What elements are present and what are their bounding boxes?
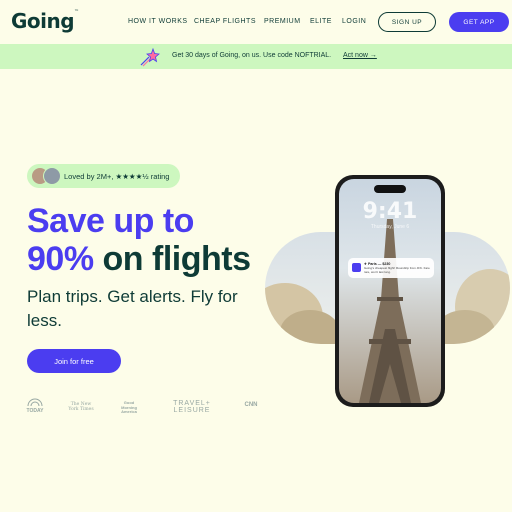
top-nav: Going™ HOW IT WORKS CHEAP FLIGHTS PREMIU… xyxy=(0,0,512,44)
nav-link-elite[interactable]: ELITE xyxy=(310,18,332,25)
press-logo-nyt: The New York Times xyxy=(68,402,94,412)
press-logo-cnn: CNN xyxy=(244,402,258,408)
lockscreen-time: 9:41 xyxy=(362,199,418,224)
notification-body: Going’s cheapest flight! Roundtrip from … xyxy=(364,266,430,274)
logo-trademark: ™ xyxy=(74,9,79,15)
lockscreen-date: Thursday, June 6 xyxy=(370,224,410,230)
phone-mockup: 9:41 Thursday, June 6 ✈ Paris — $230 Goi… xyxy=(335,175,445,407)
press-logo-gma: Good Morning America xyxy=(121,400,137,414)
act-now-link[interactable]: Act now → xyxy=(343,52,377,59)
subheadline-line-2: less. xyxy=(27,311,62,330)
social-proof-badge: Loved by 2M+, ★★★★½ rating xyxy=(27,164,180,188)
headline-accent: 90% xyxy=(27,240,94,278)
headline-line-2: 90% on flights xyxy=(27,240,251,279)
going-logo[interactable]: Going™ xyxy=(11,9,79,33)
nav-link-login[interactable]: LOGIN xyxy=(342,18,366,25)
headline-rest: on flights xyxy=(93,240,251,278)
phone-screen: 9:41 Thursday, June 6 ✈ Paris — $230 Goi… xyxy=(339,179,441,403)
press-logo-travel-leisure: TRAVEL+ LEISURE xyxy=(173,400,211,414)
nav-link-premium[interactable]: PREMIUM xyxy=(264,18,301,25)
avatar xyxy=(43,167,61,185)
join-for-free-button[interactable]: Join for free xyxy=(27,349,121,373)
sign-up-button[interactable]: SIGN UP xyxy=(378,12,436,32)
sparkle-star-icon xyxy=(140,47,160,67)
dynamic-island xyxy=(374,185,406,193)
get-app-button[interactable]: GET APP xyxy=(449,12,509,32)
nav-link-how-it-works[interactable]: HOW IT WORKS xyxy=(128,18,188,25)
nav-link-cheap-flights[interactable]: CHEAP FLIGHTS xyxy=(194,18,256,25)
promo-text: Get 30 days of Going, on us. Use code NO… xyxy=(172,52,332,59)
sunrise-icon xyxy=(27,398,43,407)
flight-deal-notification[interactable]: ✈ Paris — $230 Going’s cheapest flight! … xyxy=(348,258,434,278)
subheadline-line-1: Plan trips. Get alerts. Fly for xyxy=(27,287,238,306)
press-logo-today: TODAY xyxy=(26,398,44,414)
logo-text: Going xyxy=(11,9,75,33)
headline-line-1: Save up to xyxy=(27,202,194,240)
social-proof-text: Loved by 2M+, ★★★★½ rating xyxy=(64,172,170,181)
promo-banner: Get 30 days of Going, on us. Use code NO… xyxy=(0,44,512,69)
going-app-icon xyxy=(352,263,361,272)
